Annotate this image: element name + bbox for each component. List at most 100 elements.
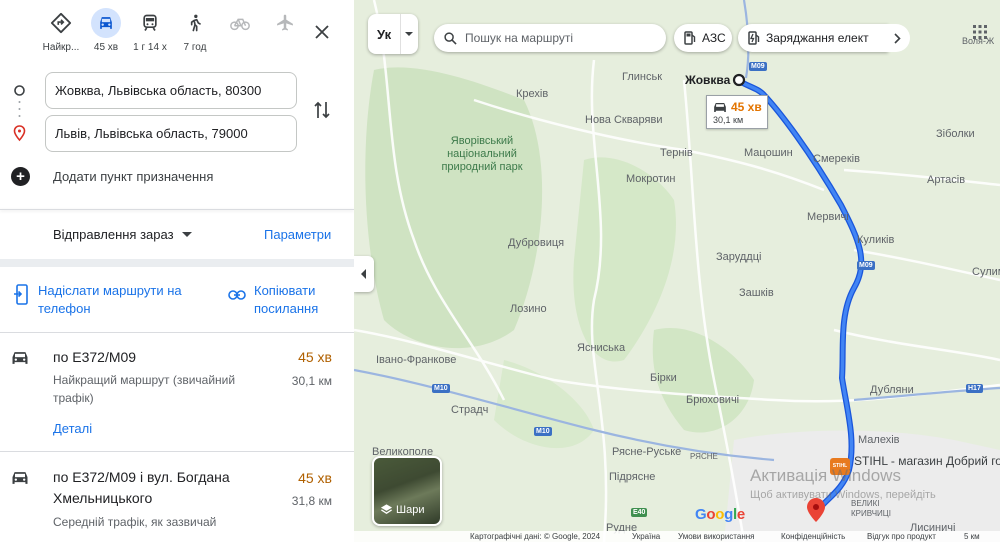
layers-label: Шари: [396, 504, 425, 516]
road-shield-m09: M09: [749, 62, 767, 71]
windows-activation-subtext: Щоб активувати Windows, перейдіть: [750, 489, 936, 501]
mode-car[interactable]: 45 хв: [84, 8, 128, 64]
train-icon: [135, 8, 165, 38]
place-yasnyska[interactable]: Ясниська: [577, 342, 625, 354]
place-birky[interactable]: Бірки: [650, 372, 677, 384]
route-description: Найкращий маршрут (звичайний трафік): [53, 373, 236, 405]
place-artasiv[interactable]: Артасів: [927, 174, 965, 186]
send-to-phone-link[interactable]: Надіслати маршрути на телефон: [38, 282, 203, 318]
depart-label: Відправлення зараз: [53, 227, 174, 242]
mode-best[interactable]: Найкр...: [39, 8, 83, 64]
collapse-panel-button[interactable]: [354, 256, 374, 292]
mode-bike[interactable]: [218, 8, 262, 64]
close-icon: [315, 25, 329, 39]
map-data-attribution: Картографічні дані: © Google, 2024: [470, 532, 601, 541]
place-ryasne-ruske[interactable]: Рясне-Руське: [612, 446, 681, 458]
search-placeholder: Пошук на маршруті: [465, 31, 574, 45]
map-scale[interactable]: 5 км: [964, 532, 980, 541]
route-time-callout[interactable]: 45 хв 30,1 км: [706, 95, 768, 129]
place-dubrovytsia[interactable]: Дубровиця: [508, 237, 564, 249]
place-mervychi[interactable]: Мервичі: [807, 211, 849, 223]
mode-best-label: Найкр...: [42, 42, 80, 53]
origin-circle-icon: [14, 85, 25, 96]
swap-waypoints-button[interactable]: [310, 98, 334, 122]
close-directions-button[interactable]: [308, 18, 336, 46]
place-sulymiv[interactable]: Сулим: [972, 266, 1000, 278]
route-description: Середній трафік, як зазвичай: [53, 515, 217, 529]
route-option-2[interactable]: по E372/M09 і вул. Богдана Хмельницького…: [0, 452, 354, 542]
add-circle-icon: +: [11, 166, 30, 186]
google-logo: Google: [695, 506, 745, 523]
footer-feedback-link[interactable]: Відгук про продукт: [867, 532, 936, 541]
chip-gas-stations[interactable]: АЗС: [674, 24, 732, 52]
mode-walk[interactable]: 7 год: [173, 8, 217, 64]
place-krekhiv[interactable]: Крехів: [516, 88, 548, 100]
apps-grid-icon[interactable]: [972, 24, 988, 40]
mode-flight[interactable]: [263, 8, 307, 64]
place-mokrotyn[interactable]: Мокротин: [626, 173, 675, 185]
place-briukhovychi[interactable]: Брюховичі: [686, 394, 739, 406]
place-zarudtsi[interactable]: Заруддці: [716, 251, 761, 263]
caret-down-icon: [181, 232, 192, 237]
map-canvas[interactable]: Жовква Глинськ Крехів Нова Скваряви Терн…: [354, 0, 1000, 542]
gas-pump-icon: [684, 31, 696, 45]
mode-transit[interactable]: 1 г 14 х: [128, 8, 172, 64]
place-ivano-frankove[interactable]: Івано-Франкове: [376, 354, 456, 366]
place-nova-skvaryava[interactable]: Нова Скваряви: [585, 114, 663, 126]
route-origin-marker[interactable]: [732, 73, 746, 87]
place-velyki-kryvchytsi[interactable]: ВЕЛИКІ КРИВЧИЦІ: [851, 499, 901, 519]
route-option-1[interactable]: по E372/M09 45 хв Найкращий маршрут (зви…: [0, 333, 354, 451]
place-stradch[interactable]: Страдч: [451, 404, 488, 416]
footer-privacy-link[interactable]: Конфіденційність: [781, 532, 845, 541]
origin-input[interactable]: Жовква, Львівська область, 80300: [45, 72, 297, 109]
park-label[interactable]: Яворівський національний природний парк: [434, 135, 530, 174]
place-zhovkva[interactable]: Жовква: [685, 73, 730, 87]
mode-car-label: 45 хв: [93, 42, 119, 53]
search-along-route-input[interactable]: Пошук на маршруті: [434, 24, 666, 52]
footer-country[interactable]: Україна: [632, 532, 660, 541]
road-shield-h17: H17: [966, 384, 983, 393]
layers-button[interactable]: Шари: [372, 456, 442, 526]
place-pidryasne[interactable]: Підрясне: [609, 471, 655, 483]
chip-gas-label: АЗС: [702, 31, 726, 45]
layers-icon: [380, 504, 393, 514]
road-shield-m09: M09: [857, 261, 875, 270]
car-icon: [714, 102, 726, 113]
search-icon: [444, 31, 457, 45]
route-details-link[interactable]: Деталі: [53, 421, 92, 436]
section-separator: [0, 259, 354, 267]
share-row: Надіслати маршрути на телефон Копіювати …: [0, 277, 354, 332]
windows-activation-watermark: Активація Windows: [750, 466, 901, 485]
chevron-right-icon: [893, 32, 901, 44]
place-ternyv[interactable]: Тернів: [660, 147, 693, 159]
route-time: 45 хв: [298, 349, 332, 365]
send-to-phone-icon[interactable]: [13, 283, 29, 307]
language-selector[interactable]: Ук: [368, 14, 418, 54]
place-kulykiv[interactable]: Куликів: [857, 234, 894, 246]
map-footer: Картографічні дані: © Google, 2024 Украї…: [354, 531, 1000, 542]
place-malekhiv[interactable]: Малехів: [858, 434, 900, 446]
add-destination-button[interactable]: + Додати пункт призначення: [11, 166, 213, 186]
callout-distance: 30,1 км: [713, 115, 744, 125]
bike-icon: [225, 8, 255, 38]
options-link[interactable]: Параметри: [264, 227, 331, 242]
footer-terms-link[interactable]: Умови використання: [678, 532, 754, 541]
place-lozyno[interactable]: Лозино: [510, 303, 547, 315]
place-zashkiv[interactable]: Зашків: [739, 287, 774, 299]
destination-input[interactable]: Львів, Львівська область, 79000: [45, 115, 297, 152]
place-smerekiv[interactable]: Смереків: [813, 153, 860, 165]
place-dublyany[interactable]: Дубляни: [870, 384, 914, 396]
copy-link-button[interactable]: Копіювати посилання: [254, 282, 344, 318]
place-matsoshyn[interactable]: Мацошин: [744, 147, 793, 159]
add-destination-label: Додати пункт призначення: [53, 168, 214, 184]
link-icon[interactable]: [228, 290, 246, 300]
place-hlynsk[interactable]: Глинськ: [622, 71, 662, 83]
depart-time-dropdown[interactable]: Відправлення зараз: [53, 227, 192, 242]
place-ryasne[interactable]: РЯСНЕ: [690, 452, 718, 461]
chip-ev-charging[interactable]: Заряджання елект: [738, 24, 888, 52]
car-icon: [12, 352, 28, 364]
ev-charger-icon: [748, 31, 760, 45]
diamond-turn-icon: [46, 8, 76, 38]
swap-vertical-icon: [314, 101, 330, 119]
place-zibolky[interactable]: Зіболки: [936, 128, 975, 140]
